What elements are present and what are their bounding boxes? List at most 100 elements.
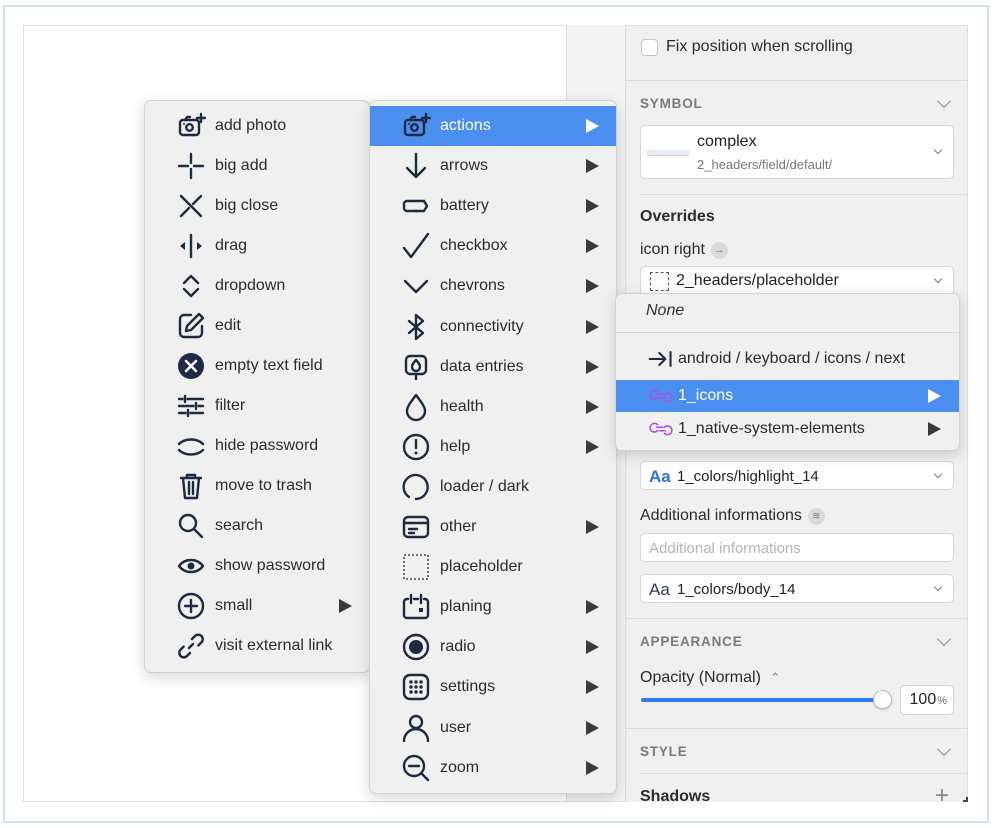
icon-right-select[interactable]: 2_headers/placeholder <box>640 266 954 296</box>
dropdown-icon <box>175 270 207 302</box>
add-photo-icon <box>175 110 207 142</box>
menu-item-help[interactable]: help <box>370 427 616 467</box>
menu-item-big-close[interactable]: big close <box>145 186 369 226</box>
opacity-input[interactable]: 100% <box>900 685 954 715</box>
add-shadow-plus-icon[interactable]: + <box>935 784 949 803</box>
menu-item-planing[interactable]: planing <box>370 587 616 627</box>
icon-submenu-categories: actions arrows battery checkbox chevrons conn… <box>369 100 617 794</box>
menu-item-label: actions <box>440 117 491 134</box>
go-to-arrow-icon[interactable]: → <box>710 242 728 259</box>
menu-item-visit-external-link[interactable]: visit external link <box>145 626 369 666</box>
additional-info-label: Additional informations ≋ <box>640 507 825 525</box>
icon-right-value: 2_headers/placeholder <box>676 272 839 289</box>
text-style-select-1[interactable]: Aa 1_colors/highlight_14 <box>640 461 954 490</box>
library-link-icon <box>646 414 676 444</box>
menu-item-other[interactable]: other <box>370 507 616 547</box>
style-section-header[interactable]: STYLE <box>640 743 967 761</box>
shadows-label: Shadows <box>640 788 711 802</box>
divider <box>626 80 967 81</box>
submenu-arrow-icon <box>586 720 599 735</box>
up-down-stepper-icon[interactable]: ⌃ <box>770 670 781 685</box>
menu-item-label: loader / dark <box>440 477 529 495</box>
menu-item-dropdown[interactable]: dropdown <box>145 266 369 306</box>
menu-item-drag[interactable]: drag <box>145 226 369 266</box>
menu-item-label: health <box>440 397 484 415</box>
additional-info-text: Additional informations <box>640 507 802 524</box>
submenu-arrow-icon <box>586 359 599 374</box>
resize-handle[interactable] <box>963 797 968 802</box>
symbol-section-title: SYMBOL <box>640 96 703 111</box>
menu-item-none[interactable]: None <box>646 302 684 320</box>
menu-item-label: hide password <box>215 437 319 454</box>
icon-override-menu: None android / keyboard / icons / next 1_… <box>615 293 960 451</box>
appearance-section-header[interactable]: APPEARANCE <box>640 633 967 651</box>
menu-separator <box>616 332 959 333</box>
menu-item-edit[interactable]: edit <box>145 306 369 346</box>
menu-item-label: big close <box>215 197 279 214</box>
menu-item-label: show password <box>215 557 326 574</box>
text-style-1-value: 1_colors/highlight_14 <box>677 468 819 485</box>
menu-item-filter[interactable]: filter <box>145 386 369 426</box>
menu-item-1-icons[interactable]: 1_icons <box>616 380 959 412</box>
divider <box>640 194 967 195</box>
opacity-unit: % <box>937 695 947 707</box>
search-icon <box>175 510 207 542</box>
opacity-label[interactable]: Opacity (Normal) ⌃ <box>640 669 781 687</box>
text-style-2-value: 1_colors/body_14 <box>677 581 796 598</box>
menu-item-label: 1_icons <box>678 387 734 404</box>
menu-item-settings[interactable]: settings <box>370 667 616 707</box>
clear-field-icon <box>175 350 207 382</box>
menu-item-battery[interactable]: battery <box>370 186 616 226</box>
menu-item-loader-dark[interactable]: loader / dark <box>370 467 616 507</box>
menu-item-health[interactable]: health <box>370 387 616 427</box>
opacity-slider-thumb[interactable] <box>873 690 892 709</box>
text-style-select-2[interactable]: Aa 1_colors/body_14 <box>640 574 954 603</box>
menu-item-empty-text-field[interactable]: empty text field <box>145 346 369 386</box>
menu-item-label: settings <box>440 678 496 696</box>
alert-circle-icon <box>400 431 432 463</box>
battery-icon <box>400 190 432 222</box>
big-close-icon <box>175 190 207 222</box>
menu-item-big-add[interactable]: big add <box>145 146 369 186</box>
menu-item-move-to-trash[interactable]: move to trash <box>145 466 369 506</box>
submenu-arrow-icon <box>586 640 599 655</box>
symbol-picker[interactable]: complex 2_headers/field/default/ <box>640 125 954 179</box>
menu-item-label: planing <box>440 598 492 616</box>
filter-icon <box>175 390 207 422</box>
menu-item-search[interactable]: search <box>145 506 369 546</box>
menu-item-zoom[interactable]: zoom <box>370 748 616 788</box>
fix-position-row[interactable]: Fix position when scrolling <box>641 38 967 56</box>
menu-item-actions[interactable]: actions <box>370 106 616 146</box>
menu-item-placeholder[interactable]: placeholder <box>370 547 616 587</box>
menu-item-1-native-system-elements[interactable]: 1_native-system-elements <box>616 413 959 445</box>
layers-icon[interactable]: ≋ <box>807 508 825 525</box>
menu-item-chevrons[interactable]: chevrons <box>370 266 616 306</box>
fix-position-checkbox[interactable] <box>641 38 658 56</box>
menu-item-show-password[interactable]: show password <box>145 546 369 586</box>
opacity-slider-track[interactable] <box>641 698 881 702</box>
menu-item-data-entries[interactable]: data entries <box>370 347 616 387</box>
radio-icon <box>400 631 432 663</box>
add-photo-icon <box>400 110 432 142</box>
menu-item-arrows[interactable]: arrows <box>370 146 616 186</box>
menu-item-connectivity[interactable]: connectivity <box>370 307 616 347</box>
edit-icon <box>175 310 207 342</box>
checkmark-icon <box>400 230 432 262</box>
menu-item-checkbox[interactable]: checkbox <box>370 226 616 266</box>
menu-item-small[interactable]: small <box>145 586 369 626</box>
menu-item-add-photo[interactable]: add photo <box>145 106 369 146</box>
menu-item-android-keyboard-icons-next[interactable]: android / keyboard / icons / next <box>616 343 959 375</box>
chevron-down-icon <box>933 145 943 155</box>
chevron-down-icon <box>933 274 943 284</box>
additional-info-input[interactable]: Additional informations <box>640 533 954 562</box>
menu-item-hide-password[interactable]: hide password <box>145 426 369 466</box>
loader-icon <box>400 471 432 503</box>
chevron-down-icon <box>400 270 432 302</box>
menu-item-user[interactable]: user <box>370 708 616 748</box>
symbol-section-header[interactable]: SYMBOL <box>640 95 967 113</box>
menu-item-label: arrows <box>440 157 489 175</box>
grid-icon <box>400 671 432 703</box>
big-add-icon <box>175 150 207 182</box>
menu-item-radio[interactable]: radio <box>370 627 616 667</box>
text-style-icon: Aa <box>649 580 670 599</box>
